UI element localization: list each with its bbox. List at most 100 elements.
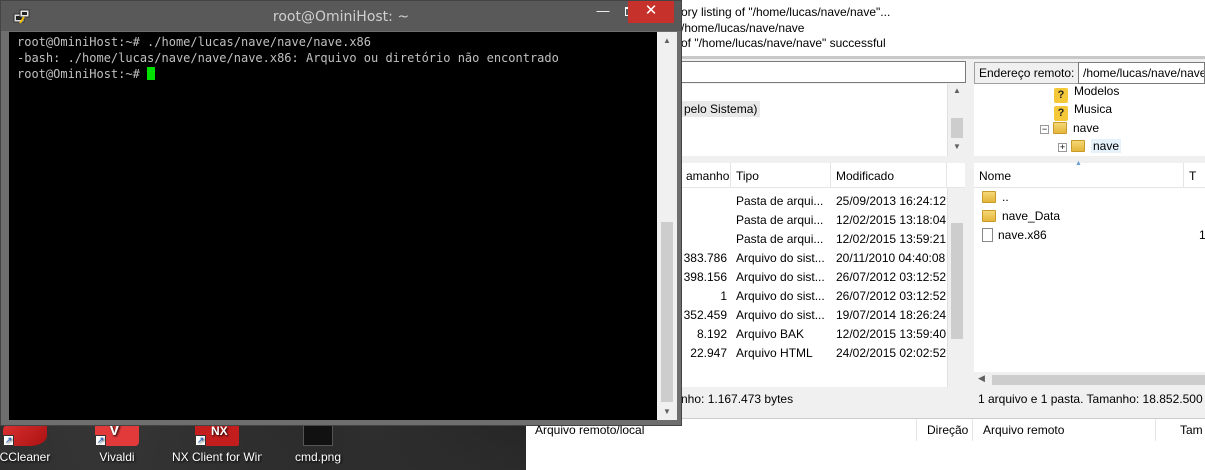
scrollbar-thumb[interactable]	[951, 223, 963, 339]
file-type: Arquivo do sist...	[736, 289, 825, 303]
tree-item-label: nave	[1091, 139, 1122, 153]
tree-item-label: nave	[1073, 121, 1100, 135]
table-row[interactable]: 8.192 Arquivo BAK 12/02/2015 13:59:40	[681, 327, 951, 346]
remote-address-input[interactable]: /home/lucas/nave/nave	[1078, 62, 1205, 84]
window-title: root@OminiHost: ~	[272, 9, 410, 25]
file-size: 352.459	[683, 308, 727, 322]
file-modified: 19/07/2014 18:26:24	[836, 308, 947, 322]
scrollbar-thumb[interactable]	[951, 118, 963, 138]
table-row[interactable]: 352.459 Arquivo do sist... 19/07/2014 18:2…	[681, 308, 951, 327]
table-row[interactable]: 1 Arquivo do sist... 26/07/2012 03:12:52	[681, 289, 951, 308]
desktop-icon-label: Vivaldi	[99, 450, 135, 464]
column-header-size[interactable]: T	[1184, 163, 1205, 188]
terminal-screen[interactable]: root@OminiHost:~# ./home/lucas/nave/nave…	[9, 32, 657, 420]
expand-icon[interactable]: +	[1058, 143, 1067, 152]
local-address-input[interactable]	[681, 61, 966, 83]
file-type: Arquivo do sist...	[736, 270, 825, 284]
scroll-up-icon[interactable]: ▲	[953, 86, 961, 95]
table-row[interactable]: 383.786 Arquivo do sist... 20/11/2010 04:4…	[681, 251, 951, 270]
tree-item[interactable]: pelo Sistema)	[681, 101, 761, 117]
terminal-line: root@OminiHost:~# ./home/lucas/nave/nave…	[17, 35, 372, 49]
putty-window: root@OminiHost: ~ — ✕ root@OminiHost:~# …	[0, 0, 682, 426]
scrollbar-thumb[interactable]	[661, 222, 673, 402]
column-header-size[interactable]: Tam	[1156, 419, 1205, 441]
scroll-down-icon[interactable]: ▼	[953, 142, 961, 151]
tree-item-label: Modelos	[1074, 84, 1120, 98]
desktop-icon-cmd-png[interactable]: cmd.png	[273, 420, 363, 464]
tree-item[interactable]: − nave	[1040, 121, 1099, 137]
local-directory-tree: pelo Sistema) ▲ ▼	[681, 84, 965, 156]
remote-address-label: Endereço remoto:	[974, 62, 1080, 84]
title-bar[interactable]: root@OminiHost: ~ — ✕	[1, 1, 681, 31]
splitter[interactable]	[681, 157, 1205, 162]
file-size: 398.156	[683, 270, 727, 284]
terminal-prompt-line: root@OminiHost:~#	[17, 66, 657, 82]
table-row[interactable]: nave_Data	[982, 209, 1202, 228]
column-header-direction[interactable]: Direção	[917, 419, 973, 441]
file-modified: 12/02/2015 13:59:21	[836, 232, 947, 246]
table-row[interactable]: Pasta de arqui... 12/02/2015 13:18:04	[681, 213, 951, 232]
file-type: Arquivo do sist...	[736, 251, 825, 265]
transfer-queue	[526, 441, 1205, 470]
table-row[interactable]: 22.947 Arquivo HTML 24/02/2015 02:02:52	[681, 346, 951, 365]
shortcut-arrow-icon: ↗	[3, 435, 14, 446]
table-row[interactable]: nave.x86 1	[982, 228, 1205, 247]
remote-status-text: 1 arquivo e 1 pasta. Tamanho: 18.852.500…	[978, 392, 1205, 406]
file-size: 22.947	[690, 346, 727, 360]
list-header: Nome T ▲	[974, 160, 1205, 188]
tree-item-selected[interactable]: + nave	[1058, 139, 1122, 155]
desktop-icon-ccleaner[interactable]: ↗ CCleaner	[0, 420, 70, 464]
desktop-icon-vivaldi[interactable]: ↗ V Vivaldi	[72, 420, 162, 464]
scrollbar-thumb[interactable]	[992, 375, 1205, 385]
scroll-up-icon[interactable]: ▲	[657, 32, 677, 49]
file-name: nave_Data	[1002, 209, 1061, 223]
file-modified: 20/11/2010 04:40:08	[836, 251, 946, 265]
file-modified: 24/02/2015 02:02:52	[836, 346, 947, 360]
column-header-type[interactable]: Tipo	[731, 163, 831, 188]
desktop-icon-label: CCleaner	[0, 450, 51, 464]
terminal-cursor	[147, 67, 156, 80]
column-header-modified[interactable]: Modificado	[831, 163, 947, 188]
file-size: 383.786	[683, 251, 727, 265]
table-row[interactable]: Pasta de arqui... 12/02/2015 13:59:21	[681, 232, 951, 251]
table-row[interactable]: Pasta de arqui... 25/09/2013 16:24:12	[681, 194, 951, 213]
collapse-icon[interactable]: −	[1040, 125, 1049, 134]
table-row[interactable]: 398.156 Arquivo do sist... 26/07/2012 03:1…	[681, 270, 951, 289]
folder-icon	[982, 210, 996, 222]
tree-item-label: Musica	[1074, 102, 1113, 116]
file-size: 1	[1199, 228, 1205, 242]
file-type: Arquivo BAK	[736, 327, 805, 341]
close-button[interactable]: ✕	[628, 1, 674, 23]
scroll-down-icon[interactable]: ▼	[657, 403, 677, 420]
minimize-button[interactable]: —	[589, 1, 617, 23]
file-type: Arquivo HTML	[736, 346, 813, 360]
scroll-left-icon[interactable]: ◀	[978, 373, 985, 384]
tree-item[interactable]: ? Musica	[1054, 102, 1113, 121]
horizontal-scrollbar[interactable]: ◀	[974, 372, 1205, 388]
scrollbar[interactable]: ▲ ▼	[947, 84, 965, 156]
shortcut-arrow-icon: ↗	[95, 435, 106, 446]
desktop-icon-label: cmd.png	[294, 450, 342, 464]
minimize-icon: —	[596, 3, 610, 18]
scrollbar[interactable]	[947, 188, 965, 387]
tree-item[interactable]: ? Modelos	[1054, 84, 1120, 103]
terminal-scrollbar[interactable]: ▲ ▼	[657, 32, 677, 420]
log-line: of "/home/lucas/nave/nave" successful	[681, 36, 886, 50]
file-type: Pasta de arqui...	[736, 194, 824, 208]
table-row[interactable]: ..	[982, 190, 1202, 209]
local-status-text: nho: 1.167.473 bytes	[681, 392, 794, 406]
file-size: 8.192	[696, 327, 727, 341]
file-icon	[982, 228, 993, 242]
remote-directory-tree: ? Modelos ? Musica − nave + nave	[974, 84, 1205, 156]
desktop-icon-nx-client[interactable]: ↗ NX NX Client for Windows	[172, 420, 262, 464]
question-folder-icon: ?	[1054, 88, 1068, 103]
column-header-size[interactable]: amanho	[681, 163, 731, 188]
file-modified: 25/09/2013 16:24:12	[836, 194, 947, 208]
folder-icon	[982, 191, 996, 203]
list-header: amanho Tipo Modificado	[681, 163, 965, 188]
sort-arrow-icon: ▲	[1075, 160, 1082, 167]
log-line: ory listing of "/home/lucas/nave/nave"..…	[681, 5, 891, 19]
local-file-list: amanho Tipo Modificado Pasta de arqui...…	[681, 163, 965, 387]
file-size: 1	[720, 289, 727, 303]
column-header-remote-file[interactable]: Arquivo remoto	[973, 419, 1156, 441]
